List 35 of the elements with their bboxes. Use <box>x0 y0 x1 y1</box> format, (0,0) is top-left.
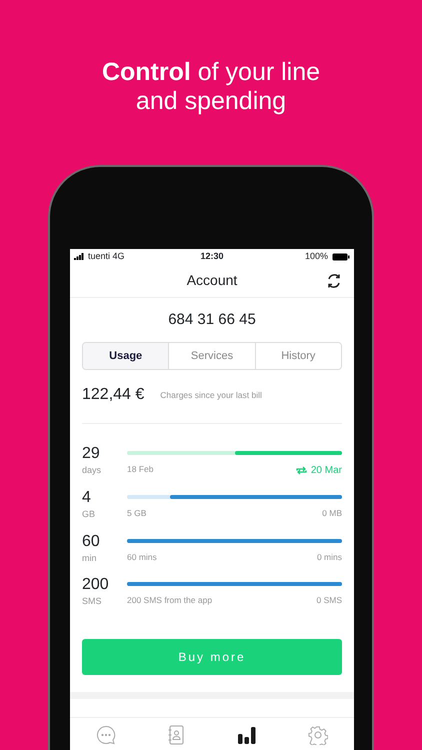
meter-end-label: 0 SMS <box>316 594 342 607</box>
buy-more-button[interactable]: Buy more <box>82 638 342 674</box>
battery-icon <box>332 252 350 260</box>
signal-icon <box>74 253 84 260</box>
settings-icon[interactable] <box>308 725 328 745</box>
headline: Control of your line and spending <box>100 58 322 116</box>
tab[interactable]: Usage <box>83 342 168 369</box>
meter-end-label: 0 MB <box>322 507 342 520</box>
meter-value: 60 <box>82 532 101 550</box>
chat-icon[interactable] <box>96 725 116 745</box>
meter-unit: SMS <box>82 595 103 608</box>
status-time: 12:30 <box>200 250 224 263</box>
meter-end-label: 0 mins <box>316 550 342 564</box>
phone-number: 684 31 66 45 <box>167 310 257 330</box>
battery-percent: 100% <box>304 250 328 263</box>
meter-value: 4 <box>82 489 92 506</box>
meter-unit: days <box>82 464 102 477</box>
meter-unit: min <box>82 552 98 564</box>
meter-value: 29 <box>82 445 101 462</box>
bar-chart-icon[interactable] <box>236 725 257 745</box>
screen-title: Account <box>186 271 238 290</box>
meter-start-label: 200 SMS from the app <box>127 594 212 607</box>
charges-caption: Charges since your last bill <box>160 388 262 402</box>
charges-amount: 122,44 € <box>82 385 144 405</box>
meter-start-label: 60 mins <box>127 550 157 564</box>
meter-start-label: 5 GB <box>127 507 146 520</box>
meter-unit: GB <box>82 508 96 521</box>
meter-value: 200 <box>82 576 110 593</box>
meter-start-label: 18 Feb <box>127 463 154 476</box>
contacts-icon[interactable] <box>167 725 186 745</box>
carrier-name: tuenti 4G <box>88 250 125 263</box>
tab[interactable]: History <box>254 342 341 369</box>
refresh-icon[interactable] <box>326 273 342 289</box>
repeat-icon <box>296 466 307 475</box>
renewal-date: 20 Mar <box>310 464 342 478</box>
